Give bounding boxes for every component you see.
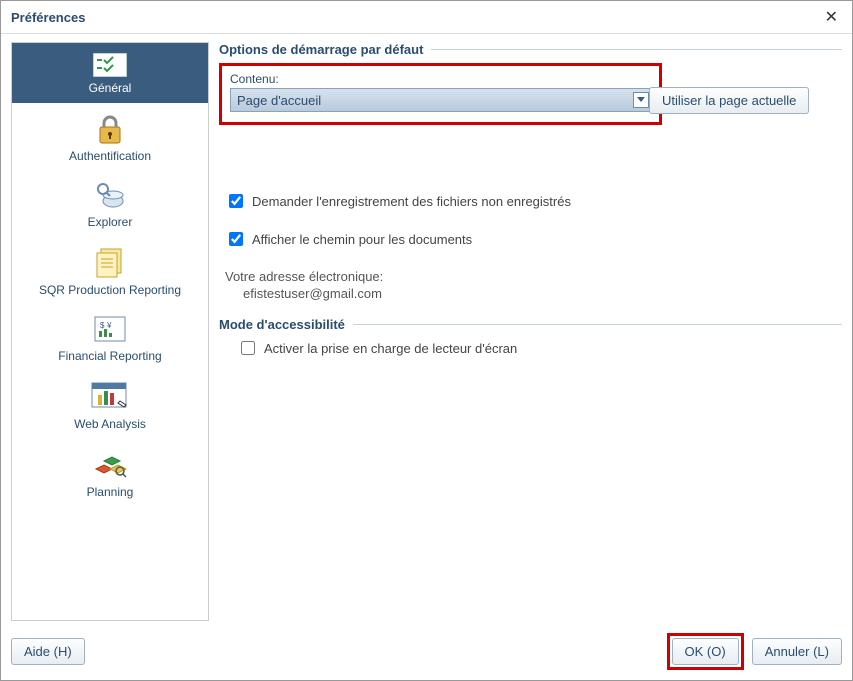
show-path-checkbox[interactable]: Afficher le chemin pour les documents [225, 229, 842, 249]
dialog-title: Préférences [11, 10, 85, 25]
general-icon [16, 53, 204, 77]
content-panel: Options de démarrage par défaut Contenu:… [219, 42, 842, 621]
sidebar-item-label: Authentification [16, 149, 204, 163]
lock-icon [16, 113, 204, 145]
email-label: Votre adresse électronique: [225, 269, 842, 284]
svg-text:$: $ [100, 321, 105, 330]
accessibility-legend: Mode d'accessibilité [219, 317, 842, 332]
financial-icon: $ ¥ [16, 315, 204, 345]
sidebar-item-webanalysis[interactable]: Web Analysis [12, 371, 208, 439]
sidebar-item-planning[interactable]: Planning [12, 439, 208, 507]
show-path-label: Afficher le chemin pour les documents [252, 232, 472, 247]
startup-options: Options de démarrage par défaut Contenu:… [219, 42, 842, 133]
sidebar-item-label: Général [16, 81, 204, 95]
sidebar-item-label: Financial Reporting [16, 349, 204, 363]
titlebar: Préférences ✕ [1, 1, 852, 34]
screen-reader-checkbox[interactable]: Activer la prise en charge de lecteur d'… [237, 338, 842, 358]
help-button[interactable]: Aide (H) [11, 638, 85, 665]
svg-text:¥: ¥ [106, 321, 112, 330]
sidebar-item-label: Explorer [16, 215, 204, 229]
cancel-button[interactable]: Annuler (L) [752, 638, 842, 665]
screen-reader-input[interactable] [241, 341, 255, 355]
screen-reader-label: Activer la prise en charge de lecteur d'… [264, 341, 517, 356]
sidebar-item-authentication[interactable]: Authentification [12, 103, 208, 171]
email-value: efistestuser@gmail.com [243, 286, 842, 301]
content-combo-value: Page d'accueil [237, 93, 633, 108]
email-block: Votre adresse électronique: efistestuser… [225, 269, 842, 301]
close-icon[interactable]: ✕ [821, 7, 842, 27]
sidebar-item-explorer[interactable]: Explorer [12, 171, 208, 237]
chevron-down-icon[interactable] [633, 92, 649, 108]
startup-highlighted-box: Contenu: Page d'accueil [219, 63, 662, 125]
planning-icon [16, 449, 204, 481]
use-current-page-button[interactable]: Utiliser la page actuelle [649, 87, 809, 114]
explorer-icon [16, 181, 204, 211]
sidebar-item-sqr[interactable]: SQR Production Reporting [12, 237, 208, 305]
ok-highlight: OK (O) [667, 633, 744, 670]
prompt-save-checkbox[interactable]: Demander l'enregistrement des fichiers n… [225, 191, 842, 211]
prompt-save-label: Demander l'enregistrement des fichiers n… [252, 194, 571, 209]
sidebar: Général Authentification [11, 42, 209, 621]
startup-legend: Options de démarrage par défaut [219, 42, 842, 57]
ok-button[interactable]: OK (O) [672, 638, 739, 665]
sidebar-item-label: Web Analysis [16, 417, 204, 431]
accessibility-mode: Mode d'accessibilité Activer la prise en… [219, 317, 842, 364]
webanalysis-icon [16, 381, 204, 413]
sidebar-item-financial[interactable]: $ ¥ Financial Reporting [12, 305, 208, 371]
sidebar-item-general[interactable]: Général [12, 43, 208, 103]
prompt-save-input[interactable] [229, 194, 243, 208]
sidebar-item-label: SQR Production Reporting [16, 283, 204, 297]
content-combo[interactable]: Page d'accueil [230, 88, 651, 112]
dialog-body: Général Authentification [1, 34, 852, 625]
show-path-input[interactable] [229, 232, 243, 246]
content-label: Contenu: [230, 72, 651, 86]
dialog-footer: Aide (H) OK (O) Annuler (L) [1, 625, 852, 680]
preferences-dialog: Préférences ✕ Général [0, 0, 853, 681]
sidebar-item-label: Planning [16, 485, 204, 499]
report-icon [16, 247, 204, 279]
